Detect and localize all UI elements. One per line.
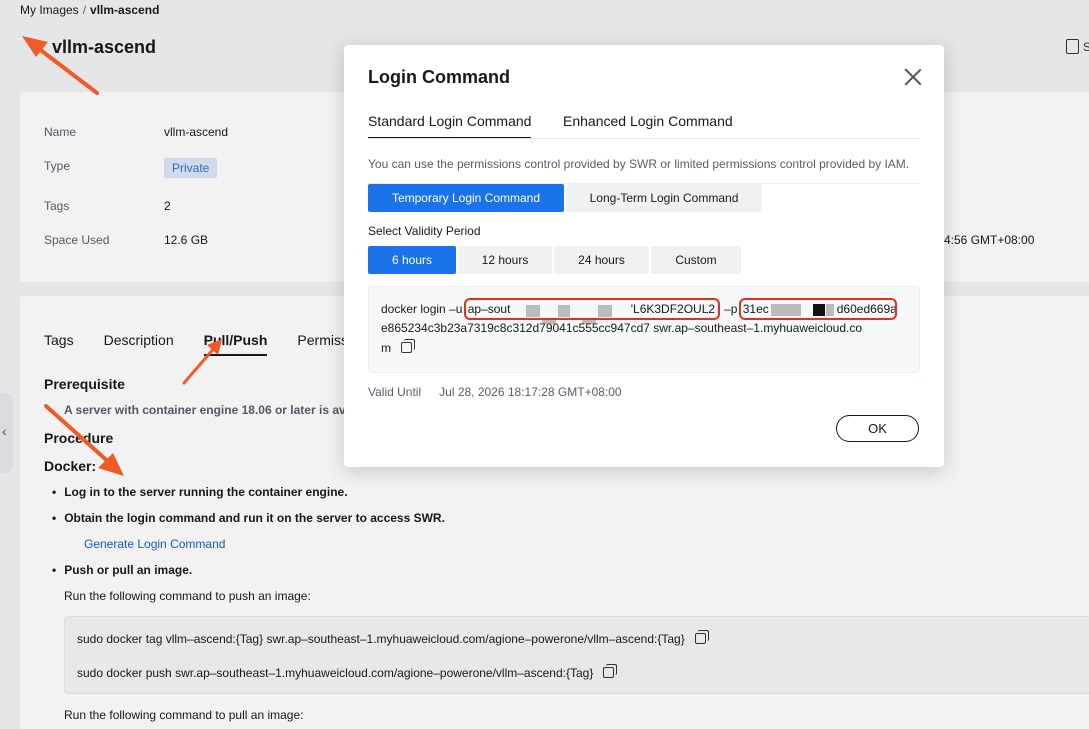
dialog-title: Login Command xyxy=(368,67,510,87)
password-flag: –p xyxy=(720,302,741,317)
copy-icon[interactable] xyxy=(401,339,415,353)
valid-until-value: Jul 28, 2026 18:17:28 GMT+08:00 xyxy=(439,385,622,399)
command-prefix: docker login –u xyxy=(381,302,466,317)
tab-enhanced-login-command[interactable]: Enhanced Login Command xyxy=(563,113,733,129)
redaction-highlight-box xyxy=(463,298,720,320)
redaction-highlight-box xyxy=(738,298,897,320)
permissions-description: You can use the permissions control prov… xyxy=(368,157,910,171)
redacted-password: 31ec d60ed669a xyxy=(738,298,897,320)
tab-standard-login-command[interactable]: Standard Login Command xyxy=(368,113,532,139)
login-command-box: docker login –u ap–sout 'L6K3DF2OUL2 –p … xyxy=(368,286,920,373)
close-icon[interactable] xyxy=(902,66,924,88)
long-term-login-command-button[interactable]: Long-Term Login Command xyxy=(566,184,762,212)
login-command-line-2: e865234c3b23a7319c8c312d79041c555cc947cd… xyxy=(381,321,863,335)
valid-until-label: Valid Until xyxy=(368,385,422,399)
temporary-login-command-button[interactable]: Temporary Login Command xyxy=(368,184,564,212)
login-command-line-1: docker login –u ap–sout 'L6K3DF2OUL2 –p … xyxy=(381,298,897,324)
validity-period-label: Select Validity Period xyxy=(368,224,481,238)
validity-24-hours[interactable]: 24 hours xyxy=(554,246,649,274)
login-command-line-3: m xyxy=(381,339,415,355)
valid-until: Valid Until Jul 28, 2026 18:17:28 GMT+08:… xyxy=(368,385,622,399)
login-command-tail: m xyxy=(381,341,391,355)
validity-6-hours[interactable]: 6 hours xyxy=(368,246,456,274)
validity-12-hours[interactable]: 12 hours xyxy=(458,246,552,274)
login-command-tabs: Standard Login Command Enhanced Login Co… xyxy=(368,113,920,141)
validity-custom[interactable]: Custom xyxy=(651,246,741,274)
ok-button[interactable]: OK xyxy=(836,415,919,442)
login-command-dialog: Login Command Standard Login Command Enh… xyxy=(344,45,944,467)
tabs-divider xyxy=(368,138,920,139)
redacted-username: ap–sout 'L6K3DF2OUL2 xyxy=(463,298,721,324)
